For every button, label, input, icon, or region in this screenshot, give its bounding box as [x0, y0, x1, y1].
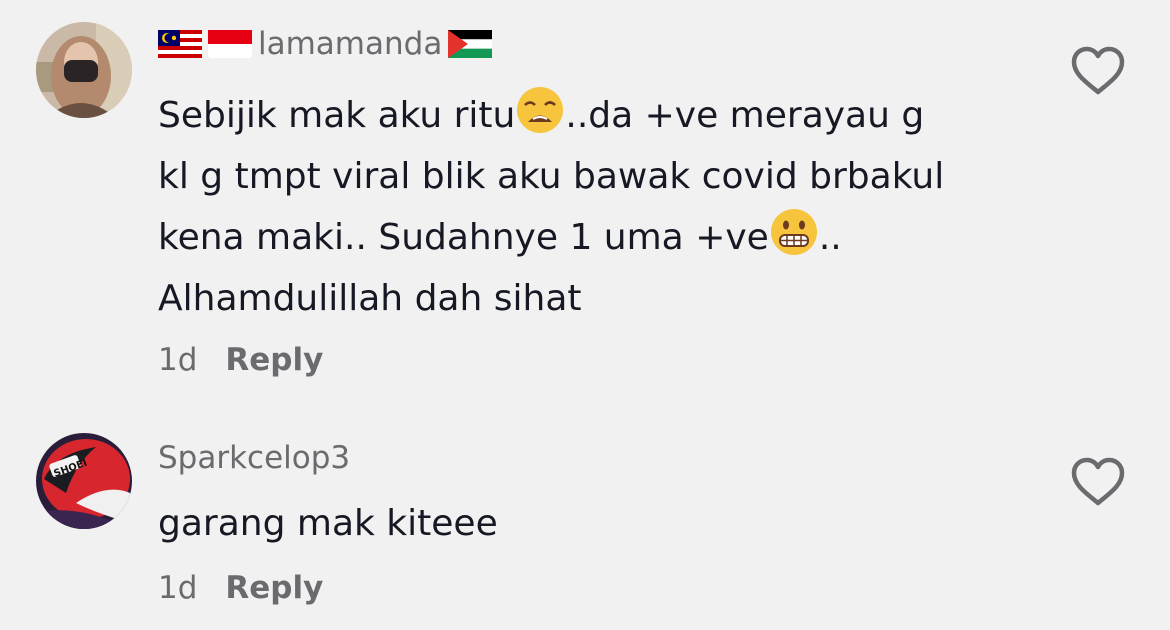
reply-button[interactable]: Reply — [225, 570, 323, 606]
comment-meta: 1d Reply — [158, 570, 323, 606]
comment-item: SHOEI Sparkcelop3 garang mak kiteee 1d R… — [0, 0, 1170, 630]
avatar[interactable]: SHOEI — [36, 433, 132, 529]
comment-timestamp: 1d — [158, 570, 198, 606]
comment-line: garang mak kiteee — [158, 503, 498, 544]
username-text: Sparkcelop3 — [158, 440, 351, 476]
heart-outline-icon[interactable] — [1068, 455, 1128, 509]
comment-text: garang mak kiteee — [158, 493, 498, 554]
comment-username[interactable]: Sparkcelop3 — [158, 440, 350, 476]
